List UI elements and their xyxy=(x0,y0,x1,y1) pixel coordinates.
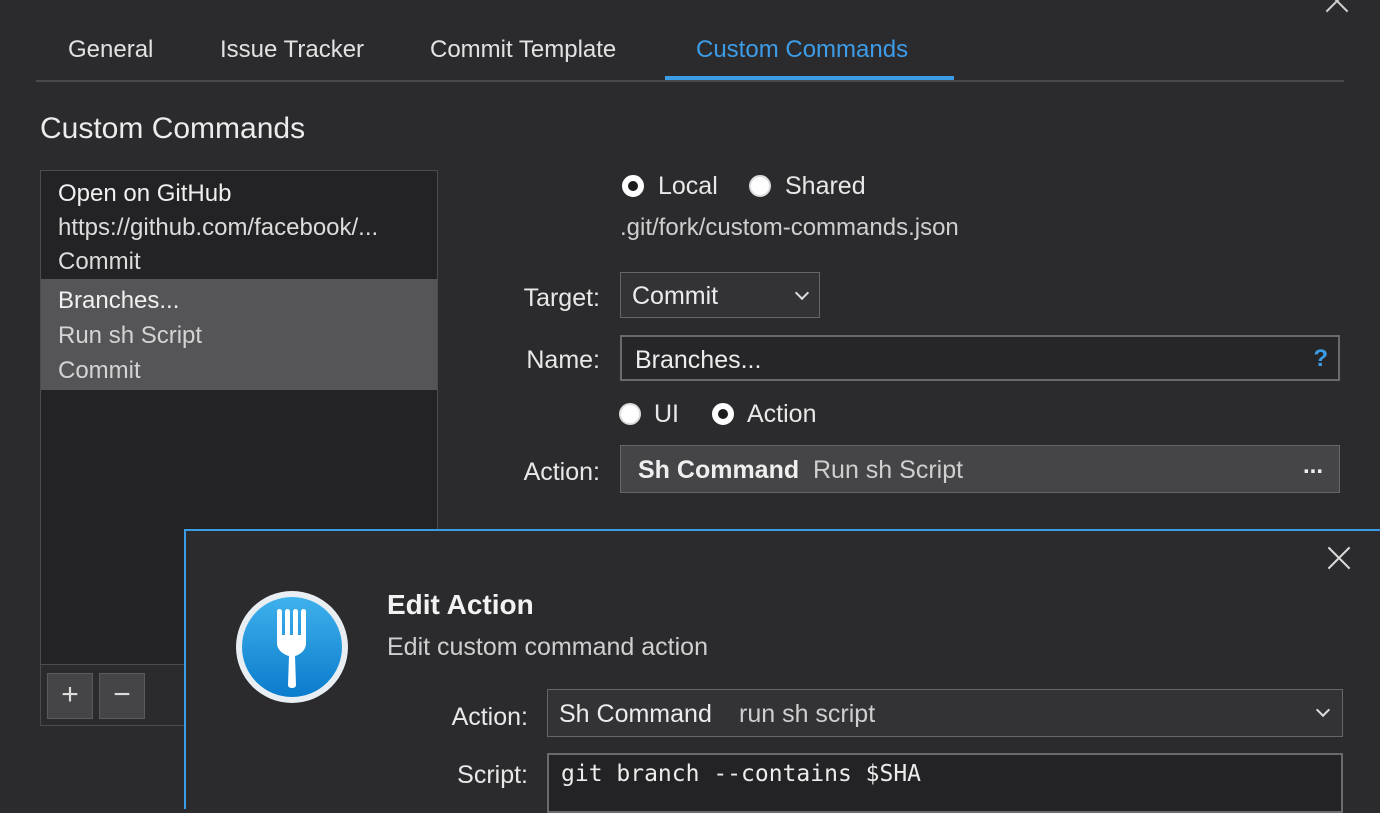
more-options-button[interactable]: ... xyxy=(1303,452,1323,480)
command-name: Branches... xyxy=(58,287,180,314)
tab-general[interactable]: General xyxy=(68,36,153,64)
dialog-script-label: Script: xyxy=(457,761,528,789)
ui-radio[interactable] xyxy=(619,403,641,425)
chevron-down-icon xyxy=(1315,702,1331,718)
target-select[interactable]: Commit xyxy=(620,272,820,318)
command-name: Open on GitHub xyxy=(58,180,232,207)
chevron-down-icon xyxy=(794,285,810,301)
window-close-icon[interactable] xyxy=(1322,0,1352,16)
fork-app-icon xyxy=(236,591,348,703)
tabs-divider xyxy=(36,80,1344,82)
action-description: Run sh Script xyxy=(813,456,964,484)
script-input[interactable]: git branch --contains $SHA xyxy=(547,753,1343,813)
name-label: Name: xyxy=(526,346,600,374)
target-select-value: Commit xyxy=(632,282,719,310)
command-target: Commit xyxy=(58,248,141,275)
list-item-selected[interactable]: Branches... Run sh Script Commit xyxy=(41,279,437,390)
local-radio[interactable] xyxy=(622,175,644,197)
dialog-subtitle: Edit custom command action xyxy=(387,633,708,661)
ui-radio-label: UI xyxy=(654,400,679,428)
action-field[interactable]: Sh Command Run sh Script ... xyxy=(620,445,1340,493)
command-action: https://github.com/facebook/... xyxy=(58,214,379,241)
target-label: Target: xyxy=(523,284,600,312)
edit-action-dialog: Edit Action Edit custom command action A… xyxy=(184,529,1380,813)
add-command-button[interactable]: + xyxy=(47,673,93,719)
shared-radio-label: Shared xyxy=(785,172,866,200)
remove-command-button[interactable]: − xyxy=(99,673,145,719)
active-tab-indicator xyxy=(665,76,954,80)
dialog-action-kind: Sh Command xyxy=(559,700,712,728)
dialog-title: Edit Action xyxy=(387,589,534,620)
close-icon[interactable] xyxy=(1326,545,1352,571)
command-target: Commit xyxy=(58,357,141,384)
tab-issue-tracker[interactable]: Issue Tracker xyxy=(220,36,364,64)
shared-radio[interactable] xyxy=(749,175,771,197)
dialog-action-description: run sh script xyxy=(739,700,876,728)
config-path: .git/fork/custom-commands.json xyxy=(620,214,959,241)
command-action: Run sh Script xyxy=(58,322,203,349)
script-input-value: git branch --contains $SHA xyxy=(561,761,922,787)
help-icon[interactable]: ? xyxy=(1313,345,1328,373)
action-radio[interactable] xyxy=(712,403,734,425)
dialog-action-select[interactable]: Sh Command run sh script xyxy=(547,689,1343,737)
section-title: Custom Commands xyxy=(40,112,306,145)
dialog-action-label: Action: xyxy=(451,703,528,731)
list-item[interactable]: Open on GitHub https://github.com/facebo… xyxy=(41,172,437,282)
name-input-value: Branches... xyxy=(635,346,762,374)
name-input[interactable]: Branches... ? xyxy=(620,335,1340,381)
action-label: Action: xyxy=(523,458,600,486)
tab-custom-commands[interactable]: Custom Commands xyxy=(696,36,908,64)
action-kind: Sh Command xyxy=(638,456,800,484)
local-radio-label: Local xyxy=(658,172,718,200)
tab-commit-template[interactable]: Commit Template xyxy=(430,36,616,64)
action-radio-label: Action xyxy=(747,400,817,428)
